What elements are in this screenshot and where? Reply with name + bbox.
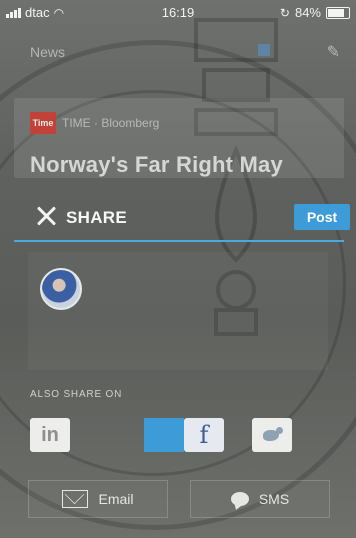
- sms-label: SMS: [258, 491, 290, 507]
- linkedin-icon: in: [41, 423, 59, 446]
- linkedin-button[interactable]: in: [30, 418, 70, 452]
- phone-screen: dtac ◠ 16:19 ↻ 84% News ✎ Time TIME · Bl…: [0, 0, 356, 538]
- email-label: Email: [98, 491, 134, 507]
- compose-icon: ✎: [326, 44, 340, 61]
- share-compose-area[interactable]: [28, 252, 328, 370]
- battery-icon: [326, 6, 350, 19]
- article-headline: Norway's Far Right May: [30, 152, 283, 177]
- avatar: [40, 268, 82, 310]
- facebook-button[interactable]: f: [184, 418, 224, 452]
- status-bar: dtac ◠ 16:19 ↻ 84%: [0, 0, 356, 24]
- email-button[interactable]: Email: [28, 480, 168, 518]
- twitter-icon: [261, 427, 283, 443]
- share-header: SHARE Post: [14, 196, 350, 242]
- news-tab-icon: [258, 44, 270, 56]
- also-share-label: ALSO SHARE ON: [30, 389, 123, 400]
- news-nav-title: News: [30, 44, 66, 60]
- facebook-icon: f: [199, 421, 209, 449]
- envelope-icon: [62, 490, 89, 508]
- source-logo: Time: [30, 112, 56, 134]
- battery-percent: 84%: [294, 5, 321, 20]
- sms-button[interactable]: SMS: [190, 480, 330, 518]
- orientation-lock-icon: ↻: [279, 5, 290, 20]
- chat-bubble-icon: [230, 492, 249, 506]
- facebook-selected-indicator: [144, 418, 184, 452]
- post-button[interactable]: Post: [294, 204, 350, 230]
- share-title: SHARE: [66, 208, 128, 227]
- close-icon[interactable]: [36, 206, 56, 226]
- facebook-toggle[interactable]: f: [144, 418, 224, 452]
- twitter-button[interactable]: [252, 418, 292, 452]
- source-name: TIME · Bloomberg: [62, 116, 160, 130]
- status-right: ↻ 84%: [280, 5, 350, 20]
